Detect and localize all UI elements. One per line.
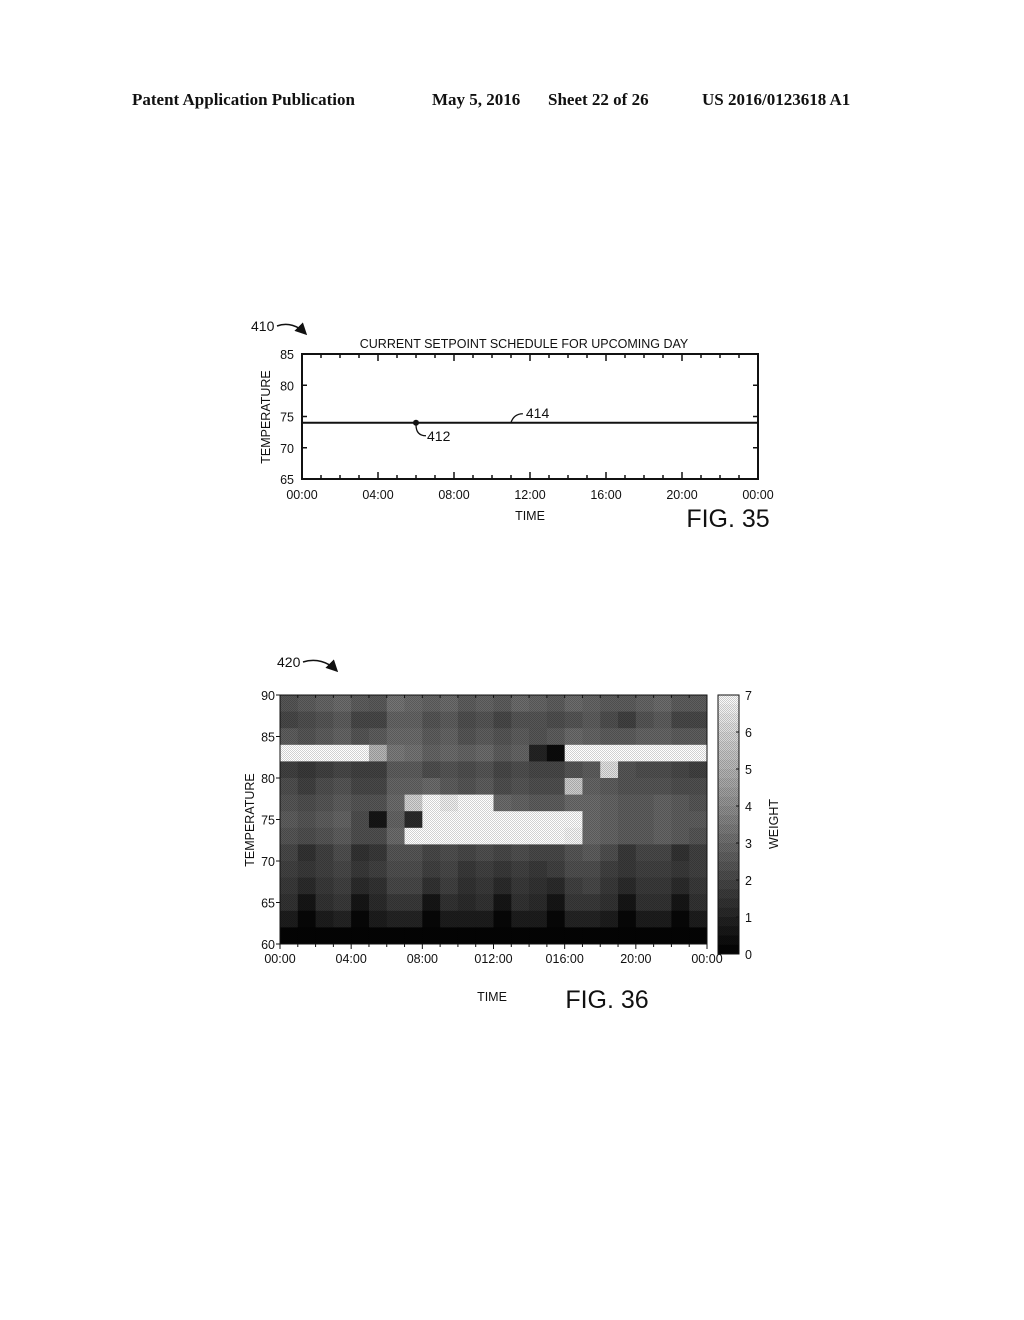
x-tick-label: 08:00: [438, 488, 469, 502]
figure-36-chart: 420 60657075808590 00:00 04:00 08:00 012:00…: [243, 654, 781, 1014]
annotation-414: 414: [526, 405, 550, 421]
x-tick-label: 20:00: [666, 488, 697, 502]
leader-line-414: [510, 413, 523, 423]
colorbar-label: WEIGHT: [767, 799, 781, 849]
x-tick-label: 08:00: [407, 952, 438, 966]
x-tick-label: 00:00: [742, 488, 773, 502]
y-tick-label: 90: [261, 689, 275, 703]
colorbar-tick-label: 7: [745, 689, 752, 703]
figure-reference-410: 410: [251, 318, 275, 334]
chart-title: CURRENT SETPOINT SCHEDULE FOR UPCOMING D…: [360, 337, 689, 351]
colorbar-tick-label: 1: [745, 911, 752, 925]
colorbar-tick-label: 5: [745, 763, 752, 777]
y-tick-label: 70: [261, 855, 275, 869]
y-axis-label: TEMPERATURE: [259, 370, 273, 464]
colorbar-tick-label: 2: [745, 874, 752, 888]
x-tick-label: 20:00: [620, 952, 651, 966]
publication-date: May 5, 2016: [432, 90, 521, 109]
colorbar-tick-label: 0: [745, 948, 752, 962]
reference-arrow: [276, 322, 308, 336]
publication-type: Patent Application Publication: [132, 90, 355, 109]
x-tick-label: 16:00: [590, 488, 621, 502]
y-tick-label: 85: [280, 348, 294, 362]
y-tick-label: 70: [280, 442, 294, 456]
y-axis-label: TEMPERATURE: [243, 773, 257, 867]
x-axis-label: TIME: [477, 990, 507, 1004]
x-tick-label: 04:00: [362, 488, 393, 502]
y-tick-label: 80: [261, 772, 275, 786]
y-tick-label: 65: [280, 473, 294, 487]
x-tick-label: 04:00: [336, 952, 367, 966]
x-tick-label: 012:00: [474, 952, 512, 966]
dither-overlay: [280, 695, 707, 944]
x-tick-label: 00:00: [286, 488, 317, 502]
figure-label: FIG. 35: [686, 505, 769, 533]
x-tick-label: 016:00: [546, 952, 584, 966]
colorbar-dither: [718, 695, 739, 954]
leader-line-412: [415, 424, 427, 437]
y-tick-label: 75: [280, 411, 294, 425]
figure-label: FIG. 36: [565, 986, 648, 1014]
sheet-number: Sheet 22 of 26: [548, 90, 649, 109]
y-tick-label: 85: [261, 731, 275, 745]
figure-35-chart: 410 CURRENT SETPOINT SCHEDULE FOR UPCOMI…: [251, 318, 774, 533]
y-tick-label: 60: [261, 938, 275, 952]
y-tick-label: 80: [280, 379, 294, 393]
colorbar-tick-label: 4: [745, 800, 752, 814]
patent-number: US 2016/0123618 A1: [702, 90, 851, 109]
y-tick-label: 65: [261, 897, 275, 911]
x-tick-label: 12:00: [514, 488, 545, 502]
x-tick-label: 00:00: [264, 952, 295, 966]
x-axis-label: TIME: [515, 509, 545, 523]
reference-arrow: [302, 659, 339, 673]
y-tick-label: 75: [261, 814, 275, 828]
colorbar-tick-label: 3: [745, 837, 752, 851]
figure-reference-420: 420: [277, 654, 301, 670]
colorbar-tick-label: 6: [745, 726, 752, 740]
annotation-412: 412: [427, 428, 451, 444]
